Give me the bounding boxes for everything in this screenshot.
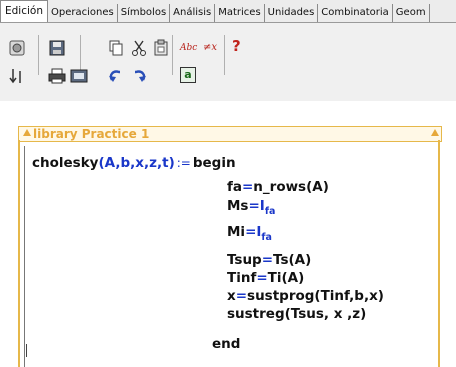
tab-edicion[interactable]: Edición — [0, 0, 48, 22]
code-eq: = — [256, 270, 268, 286]
code-line[interactable]: x=sustprog(Tinf,b,x) — [227, 288, 384, 304]
code-lhs: Ms — [227, 198, 249, 214]
toolbar-separator — [38, 35, 39, 75]
redo-icon[interactable] — [130, 67, 148, 85]
code-rhs: sustreg(Tsus, x ,z) — [227, 306, 367, 322]
print-icon[interactable] — [48, 67, 66, 85]
code-lhs: Tsup — [227, 252, 262, 268]
tab-operaciones[interactable]: Operaciones — [48, 4, 118, 22]
toolbar-separator — [172, 35, 173, 75]
code-eq: = — [245, 224, 257, 240]
function-name: cholesky — [32, 155, 99, 171]
library-title: library Practice 1 — [33, 127, 150, 141]
code-lhs: Tinf — [227, 270, 257, 286]
code-lhs: x — [227, 288, 236, 304]
code-eq: = — [235, 288, 248, 304]
help-icon[interactable]: ? — [232, 37, 250, 55]
code-rhs: sustprog(Tinf,b,x) — [247, 288, 384, 304]
collapse-arrow-icon[interactable] — [431, 129, 439, 136]
code-eq: = — [261, 252, 274, 268]
function-args: (A,b,x,z,t) — [98, 155, 175, 171]
tab-simbolos[interactable]: Símbolos — [118, 4, 171, 22]
code-rhs: Ts(A) — [273, 252, 312, 268]
code-line[interactable]: Tsup=Ts(A) — [227, 252, 311, 268]
begin-keyword: begin — [192, 155, 236, 171]
tab-unidades[interactable]: Unidades — [265, 4, 319, 22]
library-header[interactable]: library Practice 1 — [18, 126, 442, 142]
code-lhs: fa — [227, 179, 242, 195]
code-line[interactable]: Ms=Ifa — [227, 198, 276, 217]
equation-icon[interactable]: a — [180, 67, 196, 83]
code-line[interactable]: Tinf=Ti(A) — [227, 270, 304, 286]
code-rhs: n_rows(A) — [253, 179, 329, 195]
code-line[interactable]: sustreg(Tsus, x ,z) — [227, 306, 366, 322]
import-icon[interactable] — [8, 67, 26, 85]
new-icon[interactable] — [8, 39, 26, 57]
code-eq: = — [248, 198, 260, 214]
toolbar-separator — [224, 35, 225, 75]
library-frame-left — [18, 140, 20, 367]
end-keyword: end — [212, 336, 241, 352]
tab-matrices[interactable]: Matrices — [215, 4, 265, 22]
code-lhs: Mi — [227, 224, 246, 240]
collapse-arrow-icon[interactable] — [23, 129, 31, 136]
tab-geom[interactable]: Geom — [393, 4, 430, 22]
print-preview-icon[interactable] — [70, 67, 88, 85]
cut-icon[interactable] — [130, 39, 148, 57]
text-cursor — [26, 344, 27, 357]
code-subscript: fa — [261, 232, 272, 243]
save-icon[interactable] — [48, 39, 66, 57]
paste-icon[interactable] — [152, 39, 170, 57]
tab-combinatoria[interactable]: Combinatoria — [318, 4, 393, 22]
code-line[interactable]: fa=n_rows(A) — [227, 179, 329, 195]
toolbar: Abc ≠x ? a — [0, 23, 456, 101]
define-operator: := — [176, 156, 191, 170]
code-line[interactable]: Mi=Ifa — [227, 224, 272, 243]
code-eq: = — [241, 179, 254, 195]
code-rhs: Ti(A) — [267, 270, 305, 286]
copy-icon[interactable] — [107, 39, 125, 57]
code-subscript: fa — [264, 206, 276, 217]
undo-icon[interactable] — [107, 67, 125, 85]
find-replace-icon[interactable]: ≠x — [203, 39, 221, 57]
spellcheck-icon[interactable]: Abc — [180, 39, 198, 57]
library-frame-right — [438, 140, 440, 367]
tab-analisis[interactable]: Análisis — [170, 4, 216, 22]
function-signature[interactable]: cholesky(A,b,x,z,t):= begin — [32, 155, 236, 171]
menu-tab-strip: Edición Operaciones Símbolos Análisis Ma… — [0, 0, 456, 23]
